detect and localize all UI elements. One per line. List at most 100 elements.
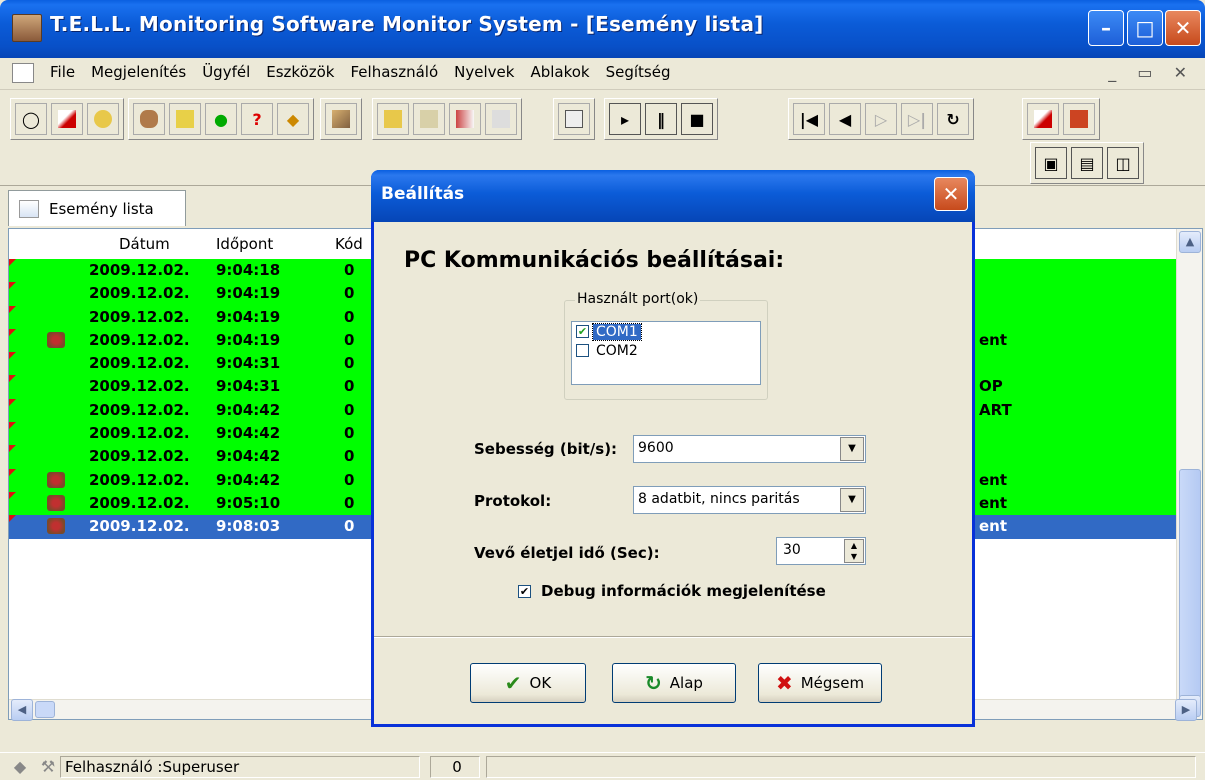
cell-code: 0	[344, 330, 355, 349]
dialog-title-bar[interactable]: Beállítás ✕	[371, 170, 975, 222]
ok-label: OK	[529, 674, 552, 692]
play-icon[interactable]: ▸	[609, 103, 641, 135]
stop-icon[interactable]: ■	[681, 103, 713, 135]
port-item-com2[interactable]: COM2	[572, 341, 760, 360]
red-flag-icon	[9, 422, 16, 430]
scroll-right-button[interactable]: ▶	[1175, 699, 1197, 721]
warning-icon[interactable]: ◆	[277, 103, 309, 135]
scroll-thumb[interactable]	[1179, 469, 1201, 699]
tile-vertical-icon[interactable]: ◫	[1107, 147, 1139, 179]
maximize-button[interactable]: □	[1127, 10, 1163, 46]
cell-date: 2009.12.02.	[89, 493, 190, 512]
menu-eszkozok[interactable]: Eszközök	[258, 63, 342, 81]
key-icon[interactable]	[87, 103, 119, 135]
prev-icon[interactable]: ◀	[829, 103, 861, 135]
main-window: T.E.L.L. Monitoring Software Monitor Sys…	[0, 0, 1205, 780]
default-label: Alap	[669, 674, 703, 692]
heartbeat-stepper[interactable]: 30 ▲ ▼	[776, 537, 866, 565]
menu-nyelvek[interactable]: Nyelvek	[446, 63, 522, 81]
default-button[interactable]: ↻ Alap	[612, 663, 736, 703]
checkmark-icon: ✔	[504, 671, 522, 695]
toolbar-group-7: |◀ ◀ ▷ ▷| ↻	[788, 98, 974, 140]
tile-horizontal-icon[interactable]: ▤	[1071, 147, 1103, 179]
cell-code: 0	[344, 517, 355, 536]
debug-option[interactable]: ✔ Debug információk megjelenítése	[518, 582, 826, 600]
print-icon[interactable]	[485, 103, 517, 135]
cell-date: 2009.12.02.	[89, 377, 190, 396]
menu-ugyfel[interactable]: Ügyfél	[194, 63, 258, 81]
event-type-icon	[47, 471, 65, 488]
refresh-icon[interactable]: ↻	[937, 103, 969, 135]
edit-icon[interactable]	[325, 103, 357, 135]
lock-icon[interactable]: ◯	[15, 103, 47, 135]
port-checkbox-com1[interactable]: ✔	[576, 325, 589, 338]
port-item-com1[interactable]: ✔ COM1	[572, 322, 760, 341]
minimize-button[interactable]: –	[1088, 10, 1124, 46]
cell-msg: ent	[979, 330, 1008, 349]
scroll-up-button[interactable]: ▲	[1179, 231, 1201, 253]
port-label-com2: COM2	[596, 342, 638, 359]
red-flag-icon	[9, 398, 16, 406]
tab-esemeny-lista[interactable]: Esemény lista	[8, 190, 186, 226]
cell-code: 0	[344, 307, 355, 326]
app-icon[interactable]	[12, 14, 42, 42]
help-icon[interactable]: ?	[241, 103, 273, 135]
column-header-time[interactable]: Időpont	[216, 235, 273, 253]
alarm-view-icon[interactable]	[1063, 103, 1095, 135]
hscroll-thumb[interactable]	[35, 701, 55, 718]
document-icon[interactable]	[12, 63, 34, 83]
ports-group: Használt port(ok) ✔ COM1 COM2	[564, 291, 768, 400]
chevron-down-icon[interactable]: ▼	[840, 488, 864, 512]
port-checkbox-com2[interactable]	[576, 344, 589, 357]
protocol-label: Protokol:	[474, 492, 552, 510]
cell-date: 2009.12.02.	[89, 284, 190, 303]
event-list-icon[interactable]	[51, 103, 83, 135]
cancel-button[interactable]: ✖ Mégsem	[758, 663, 882, 703]
cell-date: 2009.12.02.	[89, 424, 190, 443]
grid-icon[interactable]	[449, 103, 481, 135]
cell-time: 9:04:31	[216, 377, 281, 396]
menu-ablakok[interactable]: Ablakok	[522, 63, 597, 81]
chevron-down-icon[interactable]: ▼	[840, 437, 864, 461]
ok-button[interactable]: ✔ OK	[470, 663, 586, 703]
menu-megjelenites[interactable]: Megjelenítés	[83, 63, 194, 81]
ports-list[interactable]: ✔ COM1 COM2	[571, 321, 761, 385]
document-copy-icon[interactable]	[558, 103, 590, 135]
red-flag-icon	[9, 515, 16, 523]
next-icon[interactable]: ▷	[865, 103, 897, 135]
speed-select[interactable]: 9600 ▼	[633, 435, 866, 463]
cell-time: 9:04:42	[216, 424, 281, 443]
client-icon[interactable]	[133, 103, 165, 135]
filter-icon[interactable]	[413, 103, 445, 135]
first-icon[interactable]: |◀	[793, 103, 825, 135]
menu-felhasznalo[interactable]: Felhasználó	[343, 63, 447, 81]
status-empty	[486, 756, 1196, 778]
heartbeat-value: 30	[783, 542, 801, 558]
spin-arrows-icon[interactable]: ▲ ▼	[844, 539, 864, 563]
protocol-select[interactable]: 8 adatbit, nincs paritás ▼	[633, 486, 866, 514]
close-button[interactable]: ✕	[1165, 10, 1201, 46]
report-icon[interactable]	[377, 103, 409, 135]
menu-file[interactable]: File	[42, 63, 83, 81]
scroll-left-button[interactable]: ◀	[11, 699, 33, 721]
event-view-icon[interactable]	[1027, 103, 1059, 135]
cascade-icon[interactable]: ▣	[1035, 147, 1067, 179]
last-icon[interactable]: ▷|	[901, 103, 933, 135]
red-flag-icon	[9, 305, 16, 313]
cell-code: 0	[344, 261, 355, 279]
toolbar-group-1: ◯	[10, 98, 124, 140]
debug-checkbox[interactable]: ✔	[518, 584, 531, 598]
column-header-date[interactable]: Dátum	[119, 235, 170, 253]
dialog-close-button[interactable]: ✕	[934, 177, 968, 211]
refresh-icon: ↻	[645, 671, 662, 695]
cell-code: 0	[344, 354, 355, 373]
menu-segitseg[interactable]: Segítség	[598, 63, 679, 81]
title-bar[interactable]: T.E.L.L. Monitoring Software Monitor Sys…	[0, 0, 1205, 58]
mdi-controls[interactable]: _ ▭ ✕	[1108, 63, 1195, 82]
pause-icon[interactable]: ‖	[645, 103, 677, 135]
column-header-code[interactable]: Kód	[335, 235, 363, 253]
toolbar-group-9: ▣ ▤ ◫	[1030, 142, 1144, 184]
folder-icon[interactable]	[169, 103, 201, 135]
vertical-scrollbar[interactable]: ▲ ▼	[1176, 229, 1202, 719]
run-icon[interactable]: ●	[205, 103, 237, 135]
